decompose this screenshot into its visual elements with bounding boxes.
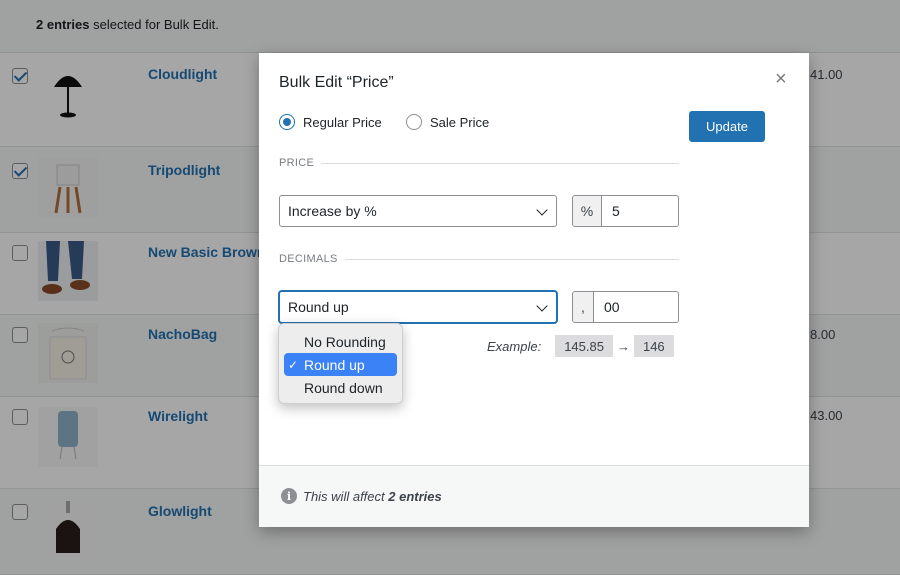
price-action-value: Increase by %: [288, 203, 377, 219]
price-divider: [321, 163, 679, 164]
modal-title: Bulk Edit “Price”: [279, 74, 394, 91]
menu-item-round-down[interactable]: Round down: [284, 376, 397, 399]
bulk-edit-modal: Bulk Edit “Price” × Regular Price Sale P…: [259, 53, 809, 527]
rounding-select[interactable]: Round up: [279, 291, 557, 323]
price-action-select[interactable]: Increase by %: [279, 195, 557, 227]
checkmark-icon: ✓: [288, 357, 299, 372]
footer-prefix: This will affect: [303, 489, 389, 504]
footer-count: 2 entries: [388, 489, 442, 504]
radio-unchecked-icon[interactable]: [406, 114, 422, 130]
menu-item-label: No Rounding: [304, 333, 386, 350]
update-button[interactable]: Update: [689, 111, 765, 142]
arrow-right-icon: →: [616, 338, 630, 354]
menu-item-label: Round up: [304, 356, 365, 373]
info-icon: i: [281, 488, 297, 504]
radio-sale-price[interactable]: Sale Price: [406, 114, 489, 130]
menu-item-round-up[interactable]: ✓ Round up: [284, 353, 397, 376]
chevron-down-icon: [536, 300, 548, 312]
percent-addon: %: [573, 196, 602, 226]
price-value-field[interactable]: % 5: [572, 195, 679, 227]
radio-regular-label: Regular Price: [303, 114, 382, 130]
menu-item-no-rounding[interactable]: No Rounding: [284, 330, 397, 353]
rounding-value: Round up: [288, 299, 349, 315]
rounding-dropdown-menu: No Rounding ✓ Round up Round down: [278, 323, 403, 404]
close-icon[interactable]: ×: [775, 68, 787, 91]
decimals-divider: [345, 259, 679, 260]
radio-checked-icon[interactable]: [279, 114, 295, 130]
price-section-label: PRICE: [279, 157, 315, 169]
decimals-section-label: DECIMALS: [279, 253, 338, 265]
chevron-down-icon: [536, 204, 548, 216]
example-label: Example:: [487, 338, 542, 354]
comma-addon: ,: [573, 292, 594, 322]
rounding-example: Example: 145.85 → 146: [487, 335, 674, 357]
decimals-value-field[interactable]: , 00: [572, 291, 679, 323]
radio-regular-price[interactable]: Regular Price: [279, 114, 382, 130]
example-from: 145.85: [555, 335, 613, 357]
modal-footer: i This will affect 2 entries: [259, 465, 809, 527]
footer-message: This will affect 2 entries: [303, 489, 442, 504]
example-to: 146: [633, 335, 674, 357]
price-value-input[interactable]: 5: [602, 196, 678, 226]
decimals-value-input[interactable]: 00: [594, 292, 678, 322]
menu-item-label: Round down: [304, 379, 383, 396]
radio-sale-label: Sale Price: [430, 114, 490, 130]
